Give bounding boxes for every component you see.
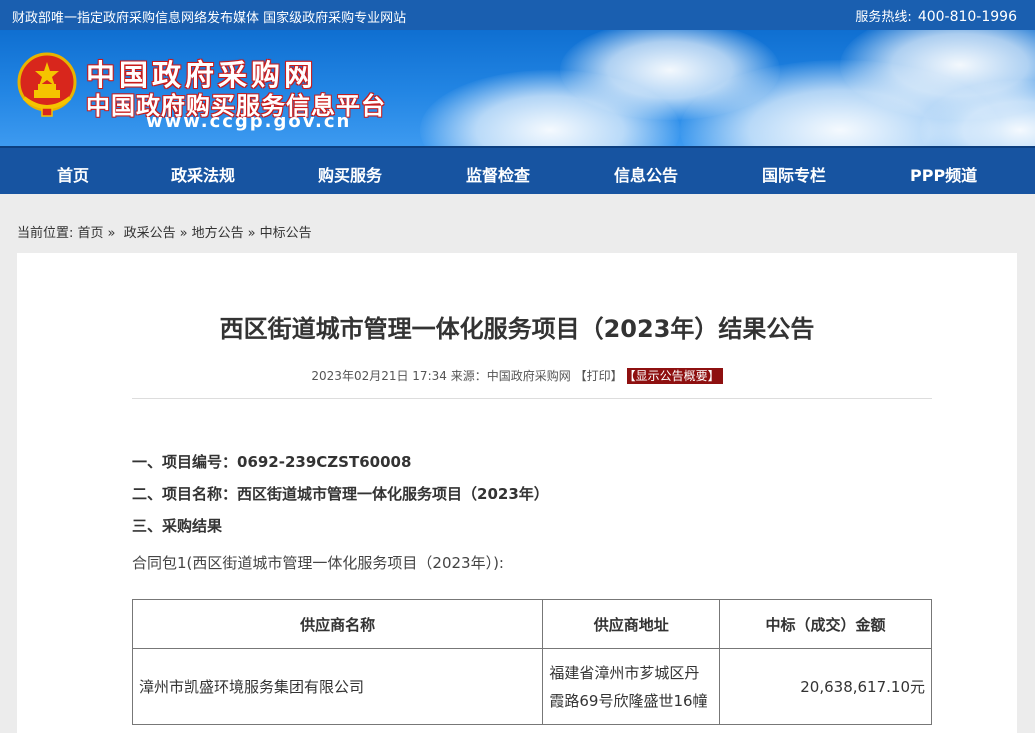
breadcrumb-award[interactable]: 中标公告 (260, 226, 312, 241)
award-amount: 20,638,617.10元 (719, 648, 932, 725)
hotline-label: 服务热线: (855, 10, 912, 25)
header-supplier-address: 供应商地址 (542, 599, 721, 649)
result-table: 供应商名称 供应商地址 中标（成交）金额 漳州市凯盛环境服务集团有限公司 福建省… (131, 599, 932, 725)
header-supplier-name: 供应商名称 (131, 599, 544, 649)
header-award-amount: 中标（成交）金额 (719, 599, 932, 649)
show-summary-button[interactable]: 【显示公告概要】 (626, 368, 723, 384)
service-hotline: 服务热线: 400-810-1996 (855, 6, 1017, 25)
project-name: 二、项目名称：西区街道城市管理一体化服务项目（2023年） (132, 485, 549, 503)
site-slogan: 财政部唯一指定政府采购信息网络发布媒体 国家级政府采购专业网站 (12, 11, 407, 26)
print-link[interactable]: 【打印】 (575, 369, 623, 383)
hotline-number: 400-810-1996 (917, 9, 1017, 25)
top-info-bar: 财政部唯一指定政府采购信息网络发布媒体 国家级政府采购专业网站 服务热线: 400… (0, 0, 1035, 30)
breadcrumb-local[interactable]: 地方公告 (192, 226, 244, 241)
breadcrumb-separator: » (247, 226, 256, 241)
divider (132, 398, 932, 399)
supplier-address: 福建省漳州市芗城区丹霞路69号欣隆盛世16幢 (542, 648, 721, 725)
breadcrumb-separator: » (179, 226, 188, 241)
nav-item-international[interactable]: 国际专栏 (762, 162, 826, 186)
nav-item-home[interactable]: 首页 (57, 162, 89, 186)
nav-item-announcements[interactable]: 信息公告 (614, 162, 678, 186)
article-title: 西区街道城市管理一体化服务项目（2023年）结果公告 (219, 315, 815, 343)
procurement-result-heading: 三、采购结果 (132, 517, 223, 535)
nav-item-supervision[interactable]: 监督检查 (466, 162, 530, 186)
nav-item-ppp[interactable]: PPP频道 (910, 162, 977, 186)
table-header-row: 供应商名称 供应商地址 中标（成交）金额 (131, 599, 932, 649)
breadcrumb: 当前位置: 首页» 政采公告» 地方公告» 中标公告 (17, 222, 312, 241)
breadcrumb-home[interactable]: 首页 (78, 226, 104, 241)
contract-package: 合同包1(西区街道城市管理一体化服务项目（2023年）): (132, 554, 504, 572)
article-source: 来源：中国政府采购网 (450, 369, 571, 383)
project-number: 一、项目编号：0692-239CZST60008 (132, 453, 412, 471)
nav-item-purchase-service[interactable]: 购买服务 (318, 162, 382, 186)
nav-item-regulations[interactable]: 政采法规 (171, 162, 235, 186)
table-row: 漳州市凯盛环境服务集团有限公司 福建省漳州市芗城区丹霞路69号欣隆盛世16幢 2… (131, 648, 932, 725)
breadcrumb-announcements[interactable]: 政采公告 (124, 226, 176, 241)
main-nav: 首页 政采法规 购买服务 监督检查 信息公告 国际专栏 PPP频道 (0, 146, 1035, 194)
supplier-name: 漳州市凯盛环境服务集团有限公司 (131, 648, 544, 725)
article-meta: 2023年02月21日 17:34 来源：中国政府采购网 【打印】 【显示公告概要… (17, 367, 1017, 384)
article-panel: 西区街道城市管理一体化服务项目（2023年）结果公告 2023年02月21日 1… (17, 253, 1017, 733)
publish-date: 2023年02月21日 17:34 (311, 369, 447, 383)
national-emblem-icon (17, 52, 77, 117)
brand-url: www.ccgp.gov.cn (146, 111, 352, 132)
site-banner: 中国政府采购网 中国政府购买服务信息平台 www.ccgp.gov.cn (0, 30, 1035, 146)
breadcrumb-label: 当前位置: (17, 226, 74, 241)
breadcrumb-separator: » (107, 226, 116, 241)
